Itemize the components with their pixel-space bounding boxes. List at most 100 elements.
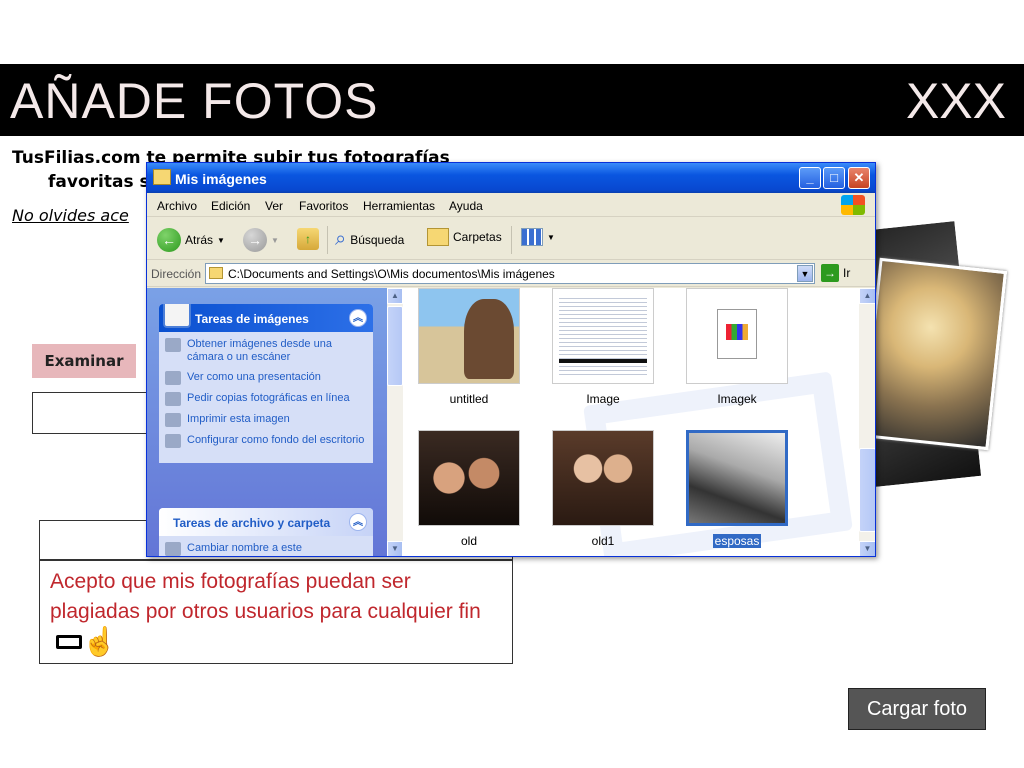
task-get-images[interactable]: Obtener imágenes desde una cámara o un e… (165, 338, 367, 364)
address-dropdown-icon[interactable]: ▼ (797, 265, 813, 282)
reminder-text: No olvides ace (12, 206, 129, 225)
search-label: Búsqueda (350, 232, 405, 247)
menu-archivo[interactable]: Archivo (157, 199, 197, 213)
task-label: Cambiar nombre a este (187, 542, 302, 554)
hand-pointer-icon: ☝ (82, 626, 117, 658)
task-print[interactable]: Imprimir esta imagen (165, 413, 367, 427)
task-pane-scrollbar[interactable]: ▲ ▼ (387, 288, 403, 556)
windows-logo-icon (841, 195, 865, 215)
file-tasks-list: Cambiar nombre a este (159, 536, 373, 556)
go-label: Ir (843, 266, 851, 280)
consent-box: Acepto que mis fotografías puedan ser pl… (39, 560, 513, 664)
file-list-scrollbar[interactable]: ▲ ▼ (859, 288, 875, 556)
file-tasks-title: Tareas de archivo y carpeta (173, 516, 331, 530)
views-icon (521, 228, 543, 246)
rename-icon (165, 542, 181, 556)
task-order-prints[interactable]: Pedir copias fotográficas en línea (165, 392, 367, 406)
consent-checkbox[interactable] (56, 635, 82, 650)
task-label: Imprimir esta imagen (187, 413, 290, 425)
scrollbar-thumb[interactable] (859, 448, 875, 532)
task-label: Ver como una presentación (187, 371, 321, 383)
up-folder-button[interactable]: ↑ (297, 228, 319, 250)
file-thumbnail (552, 430, 654, 526)
menu-ver[interactable]: Ver (265, 199, 283, 213)
dropdown-arrow-icon: ▼ (547, 232, 555, 242)
file-name: old1 (591, 534, 615, 548)
views-button[interactable]: ▼ (521, 228, 555, 246)
menu-favoritos[interactable]: Favoritos (299, 199, 348, 213)
scroll-down-icon[interactable]: ▼ (387, 541, 403, 556)
task-label: Pedir copias fotográficas en línea (187, 392, 350, 404)
file-item-selected[interactable]: esposas (677, 430, 797, 548)
up-folder-icon: ↑ (297, 228, 319, 250)
scrollbar-thumb[interactable] (387, 306, 403, 386)
file-item[interactable]: old (409, 430, 529, 548)
file-tasks-header[interactable]: Tareas de archivo y carpeta ︽ (159, 508, 373, 536)
file-item[interactable]: old1 (543, 430, 663, 548)
minimize-button[interactable]: _ (799, 167, 821, 189)
task-slideshow[interactable]: Ver como una presentación (165, 371, 367, 385)
scroll-up-icon[interactable]: ▲ (387, 288, 403, 304)
examinar-button[interactable]: Examinar (32, 344, 136, 378)
scroll-down-icon[interactable]: ▼ (859, 541, 875, 556)
window-titlebar[interactable]: Mis imágenes _ □ ✕ (147, 163, 875, 193)
dropdown-arrow-icon: ▼ (217, 235, 225, 245)
address-bar: Dirección C:\Documents and Settings\O\Mi… (147, 261, 875, 287)
image-tasks-title: Tareas de imágenes (195, 312, 309, 326)
collapse-icon[interactable]: ︽ (349, 513, 367, 531)
printer-icon (165, 413, 181, 427)
address-path: C:\Documents and Settings\O\Mis document… (228, 267, 555, 281)
task-rename[interactable]: Cambiar nombre a este (165, 542, 367, 556)
forward-button[interactable]: → ▼ (243, 228, 279, 252)
page-header: AÑADE FOTOS XXX (0, 64, 1024, 136)
scroll-up-icon[interactable]: ▲ (859, 288, 875, 304)
image-tasks-list: Obtener imágenes desde una cámara o un e… (159, 332, 373, 463)
globe-icon (165, 392, 181, 406)
maximize-button[interactable]: □ (823, 167, 845, 189)
file-thumbnail (418, 430, 520, 526)
desktop-icon (165, 434, 181, 448)
task-set-wallpaper[interactable]: Configurar como fondo del escritorio (165, 434, 367, 448)
address-label: Dirección (151, 267, 202, 281)
file-item[interactable]: untitled (409, 288, 529, 406)
consent-text: Acepto que mis fotografías puedan ser pl… (50, 570, 481, 623)
header-right-text: XXX (905, 73, 1006, 129)
menu-herramientas[interactable]: Herramientas (363, 199, 435, 213)
file-name: old (460, 534, 477, 548)
close-button[interactable]: ✕ (848, 167, 870, 189)
toolbar-separator (327, 226, 328, 254)
camera-icon (165, 338, 181, 352)
file-list: untitled Image Imagek old old1 esposas (403, 288, 859, 556)
page-title: AÑADE FOTOS (10, 73, 379, 129)
task-pane: Tareas de imágenes ︽ Obtener imágenes de… (147, 288, 387, 556)
file-name: untitled (449, 392, 489, 406)
file-name: Image (586, 392, 620, 406)
folders-button[interactable]: Carpetas (427, 228, 502, 246)
image-file-icon (717, 309, 757, 359)
foreground-photo (860, 257, 1008, 451)
task-label: Configurar como fondo del escritorio (187, 434, 365, 446)
dropdown-arrow-icon: ▼ (271, 235, 279, 245)
file-thumbnail (686, 288, 788, 384)
back-label: Atrás (185, 233, 214, 247)
folder-icon (153, 169, 171, 185)
search-button[interactable]: ⌕ Búsqueda (335, 228, 404, 251)
folders-icon (427, 228, 449, 246)
collapse-icon[interactable]: ︽ (349, 309, 367, 327)
toolbar: ← Atrás ▼ → ▼ ↑ ⌕ Búsqueda Carpetas ▼ (147, 218, 875, 260)
file-name: esposas (712, 534, 762, 548)
file-path-input[interactable] (32, 392, 162, 434)
file-item[interactable]: Image (543, 288, 663, 406)
back-button[interactable]: ← Atrás ▼ (157, 228, 225, 252)
file-explorer-window: Mis imágenes _ □ ✕ Archivo Edición Ver F… (146, 162, 876, 557)
cargar-foto-button[interactable]: Cargar foto (848, 688, 986, 730)
file-name: Imagek (717, 392, 757, 406)
image-tasks-header[interactable]: Tareas de imágenes ︽ (159, 304, 373, 332)
address-input[interactable]: C:\Documents and Settings\O\Mis document… (205, 263, 815, 284)
menu-ayuda[interactable]: Ayuda (449, 199, 483, 213)
menu-edicion[interactable]: Edición (211, 199, 250, 213)
go-button[interactable]: → Ir (821, 264, 850, 282)
search-icon: ⌕ (335, 228, 347, 250)
forward-arrow-icon: → (243, 228, 267, 252)
file-item[interactable]: Imagek (677, 288, 797, 406)
